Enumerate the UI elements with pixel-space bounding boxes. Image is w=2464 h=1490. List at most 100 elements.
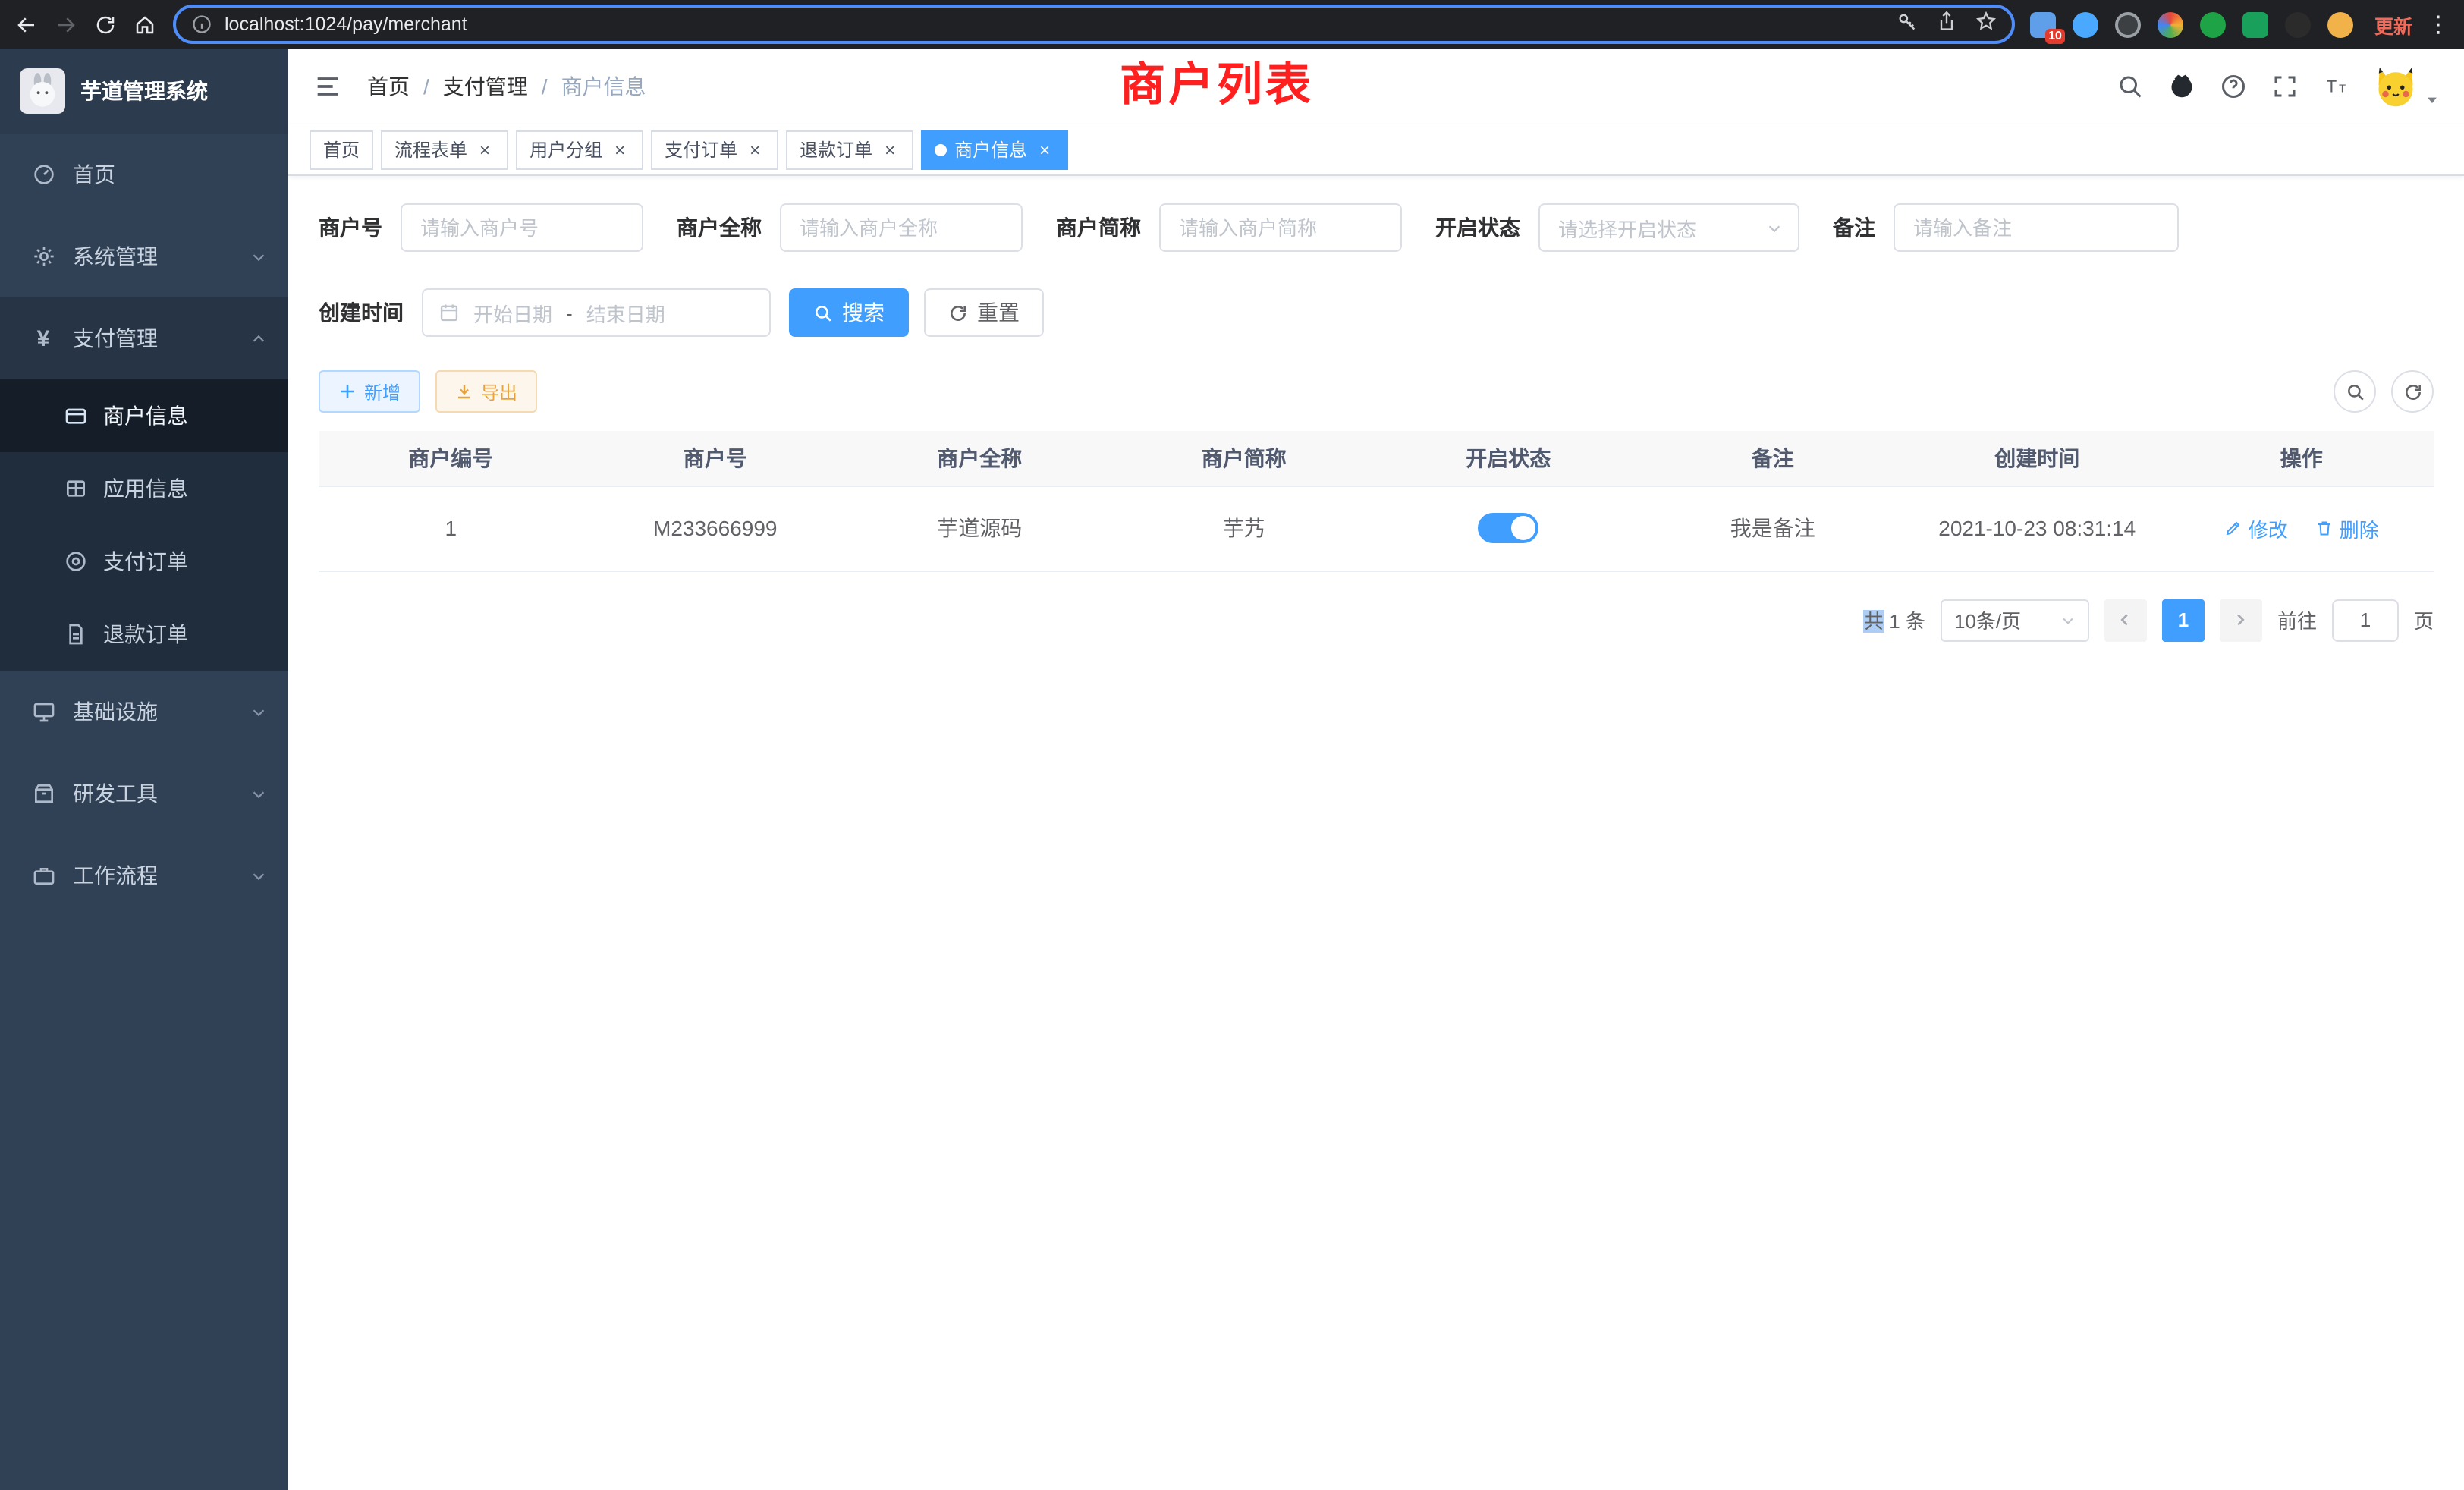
status-label: 开启状态 — [1435, 212, 1520, 243]
status-select[interactable]: 请选择开启状态 — [1538, 203, 1799, 252]
cell-created-at: 2021-10-23 08:31:14 — [1905, 486, 2170, 571]
download-icon — [455, 382, 473, 401]
tab-close-icon[interactable]: × — [475, 140, 495, 159]
sidebar-item-workflow[interactable]: 工作流程 — [0, 835, 288, 916]
tab-close-icon[interactable]: × — [745, 140, 765, 159]
breadcrumb-separator: / — [542, 74, 548, 99]
extension-icon[interactable] — [2285, 11, 2311, 37]
app-title: 芋道管理系统 — [80, 76, 208, 106]
share-icon[interactable] — [1936, 10, 1957, 39]
tab-merchant-info[interactable]: 商户信息 × — [921, 130, 1068, 169]
remark-input[interactable] — [1894, 203, 2179, 252]
chevron-down-icon — [250, 867, 267, 884]
forward-icon[interactable] — [46, 5, 85, 44]
date-range-picker[interactable]: 开始日期 - 结束日期 — [422, 288, 771, 337]
user-menu[interactable] — [2373, 64, 2440, 109]
add-button[interactable]: 新增 — [319, 370, 420, 413]
help-icon[interactable] — [2218, 72, 2247, 101]
tab-close-icon[interactable]: × — [1035, 140, 1054, 159]
sidebar-item-pay-order[interactable]: 支付订单 — [0, 525, 288, 598]
toggle-search-button[interactable] — [2334, 370, 2376, 413]
search-icon — [813, 303, 833, 322]
page-unit-label: 页 — [2414, 605, 2434, 634]
back-icon[interactable] — [6, 5, 46, 44]
browser-window: localhost:1024/pay/merchant 10 — [0, 0, 2464, 1490]
delete-button[interactable]: 删除 — [2315, 514, 2379, 542]
cell-status — [1376, 486, 1641, 571]
prev-page-button[interactable] — [2104, 599, 2147, 641]
site-info-icon[interactable] — [191, 14, 212, 35]
extension-badge: 10 — [2045, 28, 2065, 43]
tab-close-icon[interactable]: × — [610, 140, 630, 159]
reset-button[interactable]: 重置 — [924, 288, 1044, 337]
refresh-table-button[interactable] — [2391, 370, 2434, 413]
browser-toolbar: localhost:1024/pay/merchant 10 — [0, 0, 2464, 49]
reload-icon[interactable] — [85, 5, 124, 44]
font-size-icon[interactable]: TT — [2321, 72, 2350, 101]
extensions-area: 10 — [2030, 11, 2353, 37]
export-button[interactable]: 导出 — [435, 370, 537, 413]
extension-icon[interactable] — [2327, 11, 2353, 37]
refresh-icon — [2403, 382, 2422, 401]
sidebar-item-pay[interactable]: ¥ 支付管理 — [0, 297, 288, 379]
browser-update-button[interactable]: 更新 — [2374, 10, 2412, 39]
search-icon[interactable] — [2115, 72, 2144, 101]
date-start-placeholder[interactable]: 开始日期 — [473, 298, 552, 327]
bookmark-star-icon[interactable] — [1975, 10, 1997, 39]
tab-home[interactable]: 首页 — [310, 130, 373, 169]
browser-menu-icon[interactable]: ⋮ — [2425, 11, 2452, 38]
tab-close-icon[interactable]: × — [880, 140, 900, 159]
page-number-1[interactable]: 1 — [2162, 599, 2205, 641]
home-icon[interactable] — [124, 5, 164, 44]
sidebar-item-refund-order[interactable]: 退款订单 — [0, 598, 288, 671]
sidebar-item-app-info[interactable]: 应用信息 — [0, 452, 288, 525]
app-logo[interactable]: 芋道管理系统 — [0, 49, 288, 134]
page-size-select[interactable]: 10条/页 — [1941, 599, 2089, 641]
sidebar-item-infra[interactable]: 基础设施 — [0, 671, 288, 753]
edit-button[interactable]: 修改 — [2224, 514, 2288, 542]
date-end-placeholder[interactable]: 结束日期 — [586, 298, 665, 327]
sidebar-item-merchant-info[interactable]: 商户信息 — [0, 379, 288, 452]
target-icon — [64, 549, 88, 574]
short-name-input[interactable] — [1159, 203, 1402, 252]
sidebar-item-system[interactable]: 系统管理 — [0, 215, 288, 297]
goto-page-input[interactable] — [2332, 599, 2399, 641]
sidebar-item-home[interactable]: 首页 — [0, 134, 288, 215]
extension-icon[interactable] — [2242, 11, 2268, 37]
dashboard-icon — [30, 162, 56, 187]
search-icon — [2345, 382, 2365, 401]
tab-user-group[interactable]: 用户分组 × — [516, 130, 643, 169]
extension-icon[interactable] — [2073, 11, 2098, 37]
sidebar-item-devtools[interactable]: 研发工具 — [0, 753, 288, 835]
breadcrumb-home[interactable]: 首页 — [367, 71, 410, 102]
status-toggle[interactable] — [1478, 513, 1538, 543]
breadcrumb-pay[interactable]: 支付管理 — [443, 71, 528, 102]
filter-row-1: 商户号 商户全称 商户简称 开启状态 请选择开启状态 — [319, 203, 2434, 252]
chevron-down-icon — [1766, 219, 1783, 236]
extension-icon[interactable] — [2158, 11, 2183, 37]
hamburger-icon[interactable] — [313, 71, 343, 102]
col-header: 创建时间 — [1905, 431, 2170, 486]
cell-merchant-no: M233666999 — [583, 486, 848, 571]
extension-icon[interactable] — [2115, 11, 2141, 37]
fullscreen-icon[interactable] — [2270, 72, 2299, 101]
chevron-left-icon — [2117, 611, 2134, 628]
url-text[interactable]: localhost:1024/pay/merchant — [225, 14, 467, 35]
extension-icon[interactable] — [2200, 11, 2226, 37]
tab-process-form[interactable]: 流程表单 × — [381, 130, 508, 169]
tab-pay-order[interactable]: 支付订单 × — [651, 130, 778, 169]
merchant-no-input[interactable] — [401, 203, 643, 252]
github-icon[interactable] — [2167, 72, 2195, 101]
navbar-actions: TT — [2115, 64, 2440, 109]
full-name-input[interactable] — [780, 203, 1023, 252]
active-tab-dot — [935, 143, 947, 156]
extensions-puzzle-icon[interactable]: 10 — [2030, 11, 2056, 37]
key-icon[interactable] — [1897, 10, 1918, 39]
user-avatar[interactable] — [2373, 64, 2418, 109]
url-bar[interactable]: localhost:1024/pay/merchant — [173, 5, 2015, 44]
chevron-down-icon — [250, 785, 267, 802]
search-button[interactable]: 搜索 — [789, 288, 909, 337]
next-page-button[interactable] — [2220, 599, 2262, 641]
pagination-total: 共 1 条 — [1864, 605, 1925, 634]
tab-refund-order[interactable]: 退款订单 × — [786, 130, 913, 169]
